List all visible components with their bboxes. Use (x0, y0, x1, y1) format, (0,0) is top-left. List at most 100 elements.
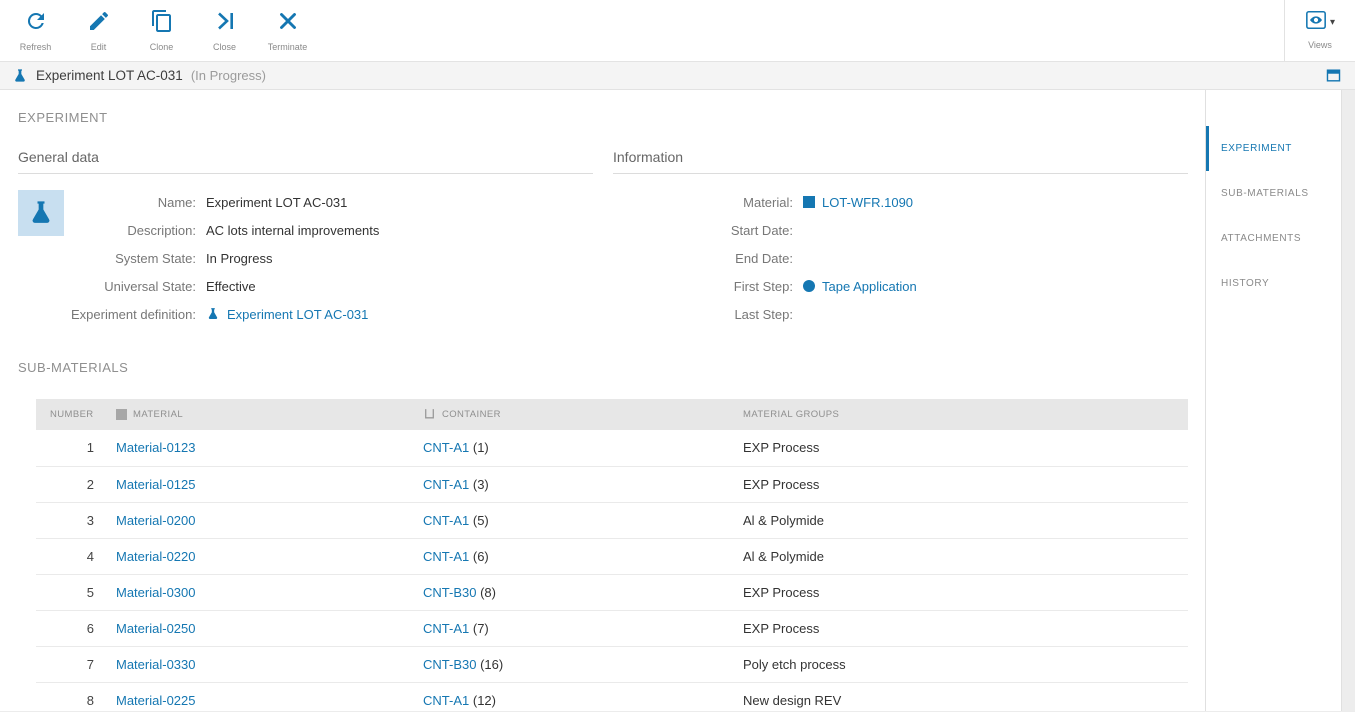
field-universal-state: Universal State: Effective (64, 272, 593, 300)
container-count: (6) (473, 549, 489, 564)
field-label: Description: (64, 223, 206, 238)
field-value: AC lots internal improvements (206, 222, 379, 238)
information-title: Information (613, 149, 1188, 174)
material-link[interactable]: Material-0125 (116, 477, 196, 492)
field-label: Name: (64, 195, 206, 210)
column-header-container[interactable]: CONTAINER (415, 399, 735, 430)
container-link[interactable]: CNT-B30 (423, 585, 476, 600)
material-groups-cell: EXP Process (735, 574, 1188, 610)
field-label: Start Date: (613, 223, 803, 238)
material-square-icon (803, 196, 815, 208)
experiment-avatar (18, 190, 64, 236)
material-groups-cell: Al & Polymide (735, 538, 1188, 574)
sidebar-item-experiment[interactable]: EXPERIMENT (1206, 126, 1341, 171)
table-row[interactable]: 1 Material-0123 CNT-A1 (1) EXP Process (36, 430, 1188, 466)
toolbar-actions: Refresh Edit Clone Close Terminate (0, 0, 319, 61)
field-label: Universal State: (64, 279, 206, 294)
scroll-gutter[interactable] (1341, 90, 1355, 711)
experiment-definition-link[interactable]: Experiment LOT AC-031 (227, 307, 368, 322)
flask-icon (12, 68, 28, 84)
panel-icon (1325, 67, 1342, 84)
table-row[interactable]: 5 Material-0300 CNT-B30 (8) EXP Process (36, 574, 1188, 610)
container-count: (16) (480, 657, 503, 672)
field-system-state: System State: In Progress (64, 244, 593, 272)
table-row[interactable]: 3 Material-0200 CNT-A1 (5) Al & Polymide (36, 502, 1188, 538)
clone-icon (150, 9, 174, 38)
terminate-button[interactable]: Terminate (256, 0, 319, 61)
material-link[interactable]: LOT-WFR.1090 (822, 195, 913, 210)
field-label: End Date: (613, 251, 803, 266)
close-button[interactable]: Close (193, 0, 256, 61)
container-count: (5) (473, 513, 489, 528)
sidebar-item-sub-materials[interactable]: SUB-MATERIALS (1206, 171, 1341, 216)
container-link[interactable]: CNT-A1 (423, 440, 469, 455)
field-start-date: Start Date: (613, 216, 1188, 244)
refresh-button[interactable]: Refresh (4, 0, 67, 61)
material-groups-cell: EXP Process (735, 430, 1188, 466)
first-step-link[interactable]: Tape Application (822, 279, 917, 294)
sidebar-item-history[interactable]: HISTORY (1206, 261, 1341, 306)
material-link[interactable]: Material-0225 (116, 693, 196, 708)
toolbar: Refresh Edit Clone Close Terminate (0, 0, 1355, 62)
clone-button[interactable]: Clone (130, 0, 193, 61)
field-first-step: First Step: Tape Application (613, 272, 1188, 300)
container-link[interactable]: CNT-A1 (423, 621, 469, 636)
container-count: (12) (473, 693, 496, 708)
terminate-icon (276, 9, 300, 38)
edit-label: Edit (91, 42, 107, 52)
material-link[interactable]: Material-0330 (116, 657, 196, 672)
material-link[interactable]: Material-0250 (116, 621, 196, 636)
field-label: Material: (613, 195, 803, 210)
submaterials-table: NUMBER MATERIAL CONTAINER (36, 399, 1188, 711)
container-count: (1) (473, 440, 489, 455)
container-link[interactable]: CNT-A1 (423, 549, 469, 564)
field-name: Name: Experiment LOT AC-031 (64, 188, 593, 216)
edit-button[interactable]: Edit (67, 0, 130, 61)
material-link[interactable]: Material-0300 (116, 585, 196, 600)
flask-icon (206, 307, 220, 321)
information-panel: Information Material: LOT-WFR.1090 Start… (613, 149, 1188, 328)
field-value: Effective (206, 278, 256, 294)
field-experiment-definition: Experiment definition: Experiment LOT AC… (64, 300, 593, 328)
field-label: Last Step: (613, 307, 803, 322)
sidebar-item-attachments[interactable]: ATTACHMENTS (1206, 216, 1341, 261)
table-row[interactable]: 2 Material-0125 CNT-A1 (3) EXP Process (36, 466, 1188, 502)
container-count: (3) (473, 477, 489, 492)
expand-panel-button[interactable] (1323, 66, 1343, 86)
container-link[interactable]: CNT-A1 (423, 693, 469, 708)
container-count: (7) (473, 621, 489, 636)
field-label: Experiment definition: (64, 307, 206, 322)
general-data-title: General data (18, 149, 593, 174)
edit-icon (87, 9, 111, 38)
material-square-icon (116, 409, 127, 420)
material-groups-cell: EXP Process (735, 466, 1188, 502)
container-link[interactable]: CNT-B30 (423, 657, 476, 672)
field-material: Material: LOT-WFR.1090 (613, 188, 1188, 216)
table-row[interactable]: 6 Material-0250 CNT-A1 (7) EXP Process (36, 610, 1188, 646)
titlebar: Experiment LOT AC-031 (In Progress) (0, 62, 1355, 90)
field-last-step: Last Step: (613, 300, 1188, 328)
experiment-section-heading: EXPERIMENT (18, 110, 1188, 125)
container-link[interactable]: CNT-A1 (423, 477, 469, 492)
container-link[interactable]: CNT-A1 (423, 513, 469, 528)
material-groups-cell: Al & Polymide (735, 502, 1188, 538)
views-button[interactable]: ▾ Views (1291, 0, 1349, 61)
side-navigation: EXPERIMENT SUB-MATERIALS ATTACHMENTS HIS… (1205, 90, 1341, 711)
refresh-label: Refresh (20, 42, 52, 52)
table-header-row: NUMBER MATERIAL CONTAINER (36, 399, 1188, 430)
column-header-material[interactable]: MATERIAL (108, 399, 415, 430)
table-row[interactable]: 8 Material-0225 CNT-A1 (12) New design R… (36, 682, 1188, 711)
material-groups-cell: New design REV (735, 682, 1188, 711)
table-row[interactable]: 4 Material-0220 CNT-A1 (6) Al & Polymide (36, 538, 1188, 574)
general-data-panel: General data Name: Experiment LOT AC-031… (18, 149, 593, 328)
column-header-number[interactable]: NUMBER (36, 399, 108, 430)
material-link[interactable]: Material-0200 (116, 513, 196, 528)
container-count: (8) (480, 585, 496, 600)
submaterials-section-heading: SUB-MATERIALS (18, 360, 1188, 375)
table-row[interactable]: 7 Material-0330 CNT-B30 (16) Poly etch p… (36, 646, 1188, 682)
material-link[interactable]: Material-0220 (116, 549, 196, 564)
material-link[interactable]: Material-0123 (116, 440, 196, 455)
refresh-icon (24, 9, 48, 38)
field-label: First Step: (613, 279, 803, 294)
column-header-material-groups[interactable]: MATERIAL GROUPS (735, 399, 1188, 430)
